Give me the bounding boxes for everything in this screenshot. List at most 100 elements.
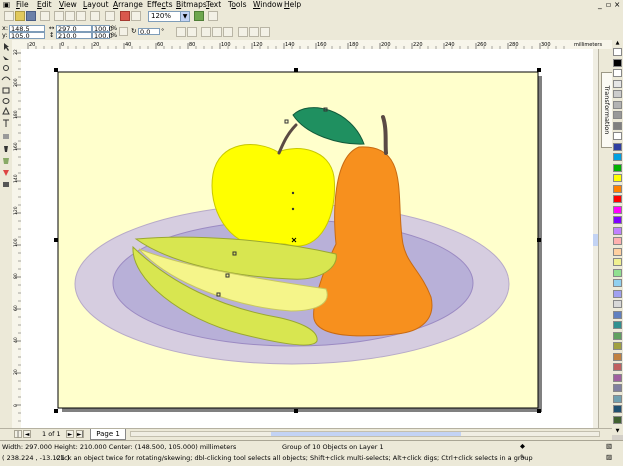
new-icon[interactable] [4, 11, 14, 21]
color-swatch[interactable] [613, 153, 622, 161]
x-position-field[interactable]: 148.5 mm [9, 25, 45, 38]
restore-icon[interactable]: ▫ [606, 0, 611, 10]
color-swatch[interactable] [613, 258, 622, 266]
color-swatch[interactable] [613, 352, 622, 361]
pick-tool-icon[interactable] [4, 43, 9, 51]
color-swatch[interactable] [613, 90, 622, 98]
menu-view[interactable]: View [59, 0, 77, 10]
color-swatch[interactable] [613, 142, 622, 151]
interactive-fill-icon[interactable] [3, 182, 9, 187]
undo-icon[interactable] [90, 11, 100, 21]
trim-icon[interactable] [249, 27, 259, 37]
ungroup-icon[interactable] [201, 27, 211, 37]
print-icon[interactable] [40, 11, 50, 21]
scale-y-field[interactable]: 100.0 [92, 32, 113, 39]
selection-handle[interactable] [537, 409, 541, 413]
selection-handle[interactable] [54, 68, 58, 72]
group-icon[interactable] [212, 27, 222, 37]
outline-tool-icon[interactable] [3, 158, 9, 164]
color-swatch[interactable] [613, 226, 622, 235]
export-icon[interactable] [131, 11, 141, 21]
color-swatch[interactable] [613, 174, 622, 182]
chevron-down-icon[interactable]: ▼ [180, 12, 189, 21]
cut-icon[interactable] [54, 11, 64, 21]
eyedropper-tool-icon[interactable] [4, 146, 8, 152]
color-swatch[interactable] [613, 237, 622, 245]
application-launcher-icon[interactable] [194, 11, 204, 21]
width-field[interactable]: 297.0 mm [56, 25, 92, 38]
menu-effects[interactable]: Effects [147, 0, 173, 10]
horizontal-scrollbar[interactable] [130, 431, 600, 437]
selection-handle[interactable] [537, 238, 541, 242]
ellipse-tool-icon[interactable] [2, 98, 10, 104]
shape-tool-icon[interactable] [3, 56, 9, 60]
text-tool-icon[interactable] [3, 119, 9, 127]
color-swatch[interactable] [613, 394, 622, 403]
color-swatch[interactable] [613, 184, 622, 193]
mirror-horizontal-icon[interactable] [176, 27, 186, 37]
menu-bitmaps[interactable]: Bitmaps [176, 0, 207, 10]
color-swatch[interactable] [613, 321, 622, 329]
first-page-button[interactable]: |◄ [14, 430, 22, 446]
color-swatch[interactable] [613, 405, 622, 413]
drawing-canvas[interactable] [21, 49, 593, 428]
palette-scroll-down-icon[interactable]: ▼ [613, 428, 622, 434]
color-swatch[interactable] [613, 289, 622, 298]
save-icon[interactable] [26, 11, 36, 21]
color-swatch[interactable] [613, 205, 622, 214]
color-swatch[interactable] [613, 121, 622, 130]
selection-handle[interactable] [54, 238, 58, 242]
app-icon[interactable]: ▣ [3, 0, 10, 10]
scale-x-field[interactable]: 100.0 [92, 25, 113, 32]
menu-layout[interactable]: Layout [83, 0, 109, 10]
color-swatch[interactable] [613, 373, 622, 382]
menu-edit[interactable]: Edit [37, 0, 52, 10]
menu-text[interactable]: Text [206, 0, 221, 10]
selection-handle[interactable] [54, 409, 58, 413]
selection-handle[interactable] [294, 68, 298, 72]
color-swatch[interactable] [613, 384, 622, 392]
color-swatch[interactable] [613, 79, 622, 88]
open-icon[interactable] [15, 11, 25, 21]
last-page-button[interactable]: ►| [76, 430, 84, 438]
node-handle[interactable] [291, 207, 295, 211]
color-swatch[interactable] [613, 268, 622, 277]
color-swatch[interactable] [613, 69, 622, 77]
close-icon[interactable]: × [614, 0, 620, 10]
zoom-select[interactable]: 120% ▼ [148, 11, 190, 22]
node-handle[interactable] [291, 191, 295, 195]
menu-window[interactable]: Window [253, 0, 283, 10]
freehand-tool-icon[interactable] [1, 76, 11, 81]
lock-ratio-icon[interactable] [119, 27, 128, 36]
rectangle-tool-icon[interactable] [2, 87, 10, 94]
menu-file[interactable]: File [16, 0, 29, 10]
polygon-tool-icon[interactable] [2, 106, 10, 115]
rotation-field[interactable]: 0.0 [138, 28, 160, 35]
y-position-field[interactable]: 105.0 mm [9, 32, 45, 45]
weld-icon[interactable] [238, 27, 248, 37]
interactive-tool-icon[interactable] [3, 134, 9, 139]
mirror-vertical-icon[interactable] [187, 27, 197, 37]
color-swatch[interactable] [613, 111, 622, 119]
paste-icon[interactable] [76, 11, 86, 21]
ungroup-all-icon[interactable] [223, 27, 233, 37]
color-swatch[interactable] [613, 342, 622, 350]
color-swatch[interactable] [613, 247, 622, 256]
import-icon[interactable] [120, 11, 130, 21]
redo-icon[interactable] [105, 11, 115, 21]
previous-page-button[interactable]: ◄ [23, 430, 31, 438]
copy-icon[interactable] [65, 11, 75, 21]
selection-handle[interactable] [294, 409, 298, 413]
page-tab[interactable]: Page 1 [90, 429, 126, 440]
horizontal-scroll-thumb[interactable] [271, 432, 461, 436]
zoom-tool-icon[interactable] [3, 65, 9, 71]
color-swatch[interactable] [613, 163, 622, 172]
menu-tools[interactable]: Tools [228, 0, 247, 10]
menu-arrange[interactable]: Arrange [113, 0, 143, 10]
color-swatch[interactable] [613, 58, 622, 67]
height-field[interactable]: 210.0 mm [56, 32, 92, 45]
apple[interactable] [211, 144, 336, 247]
color-swatch[interactable] [613, 415, 622, 424]
color-swatch[interactable] [613, 300, 622, 308]
next-page-button[interactable]: ► [66, 430, 74, 438]
